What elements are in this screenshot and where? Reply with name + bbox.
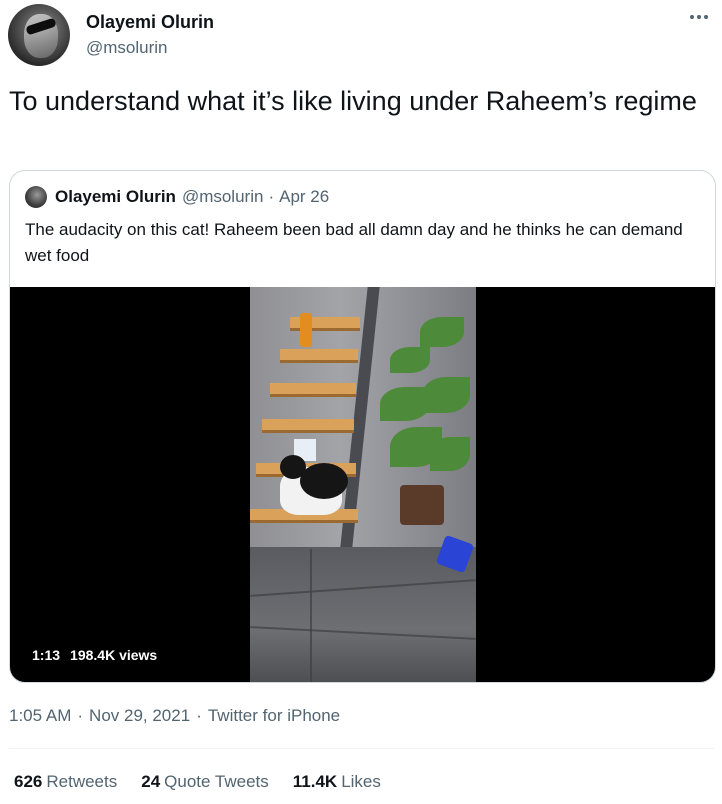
video-thumbnail xyxy=(250,287,476,682)
tweet-meta: 1:05 AM · Nov 29, 2021 · Twitter for iPh… xyxy=(9,706,340,726)
quote-tweets-label: Quote Tweets xyxy=(164,772,269,791)
likes-count: 11.4K xyxy=(292,772,338,791)
retweets-label: Retweets xyxy=(46,772,118,791)
quote-author-handle: @msolurin xyxy=(181,187,264,206)
quoted-tweet[interactable]: Olayemi Olurin @msolurin · Apr 26 The au… xyxy=(9,170,716,683)
tweet-stats: 626 Retweets 24 Quote Tweets 11.4K Likes xyxy=(14,772,381,792)
quote-separator: · xyxy=(268,187,275,206)
more-horizontal-icon[interactable] xyxy=(688,10,710,24)
author-avatar[interactable] xyxy=(8,4,70,66)
tweet-time[interactable]: 1:05 AM xyxy=(9,706,71,726)
tweet-date[interactable]: Nov 29, 2021 xyxy=(89,706,190,726)
tweet-header: Olayemi Olurin @msolurin xyxy=(8,4,714,68)
quote-date: Apr 26 xyxy=(279,187,330,206)
tweet-text: To understand what it’s like living unde… xyxy=(9,86,697,116)
quote-header: Olayemi Olurin @msolurin · Apr 26 xyxy=(25,185,329,209)
likes-label: Likes xyxy=(341,772,381,791)
divider xyxy=(9,748,714,749)
quote-avatar xyxy=(25,186,47,208)
quote-text: The audacity on this cat! Raheem been ba… xyxy=(25,220,683,265)
video-duration: 1:13 xyxy=(32,647,61,663)
quote-tweets-count: 24 xyxy=(141,772,161,791)
likes-stat[interactable]: 11.4K Likes xyxy=(293,772,381,792)
video-views: 198.4K views xyxy=(70,647,158,663)
quote-tweets-stat[interactable]: 24 Quote Tweets xyxy=(141,772,269,792)
retweets-stat[interactable]: 626 Retweets xyxy=(14,772,117,792)
meta-separator: · xyxy=(77,706,84,725)
author-name[interactable]: Olayemi Olurin xyxy=(86,12,214,33)
quote-author-name: Olayemi Olurin xyxy=(55,187,176,206)
tweet-source[interactable]: Twitter for iPhone xyxy=(208,706,340,726)
video-stats: 1:13 198.4K views xyxy=(32,647,157,663)
meta-separator: · xyxy=(196,706,202,725)
retweets-count: 626 xyxy=(14,772,43,791)
video-player[interactable]: 1:13 198.4K views xyxy=(10,287,715,682)
author-handle[interactable]: @msolurin xyxy=(86,38,168,58)
